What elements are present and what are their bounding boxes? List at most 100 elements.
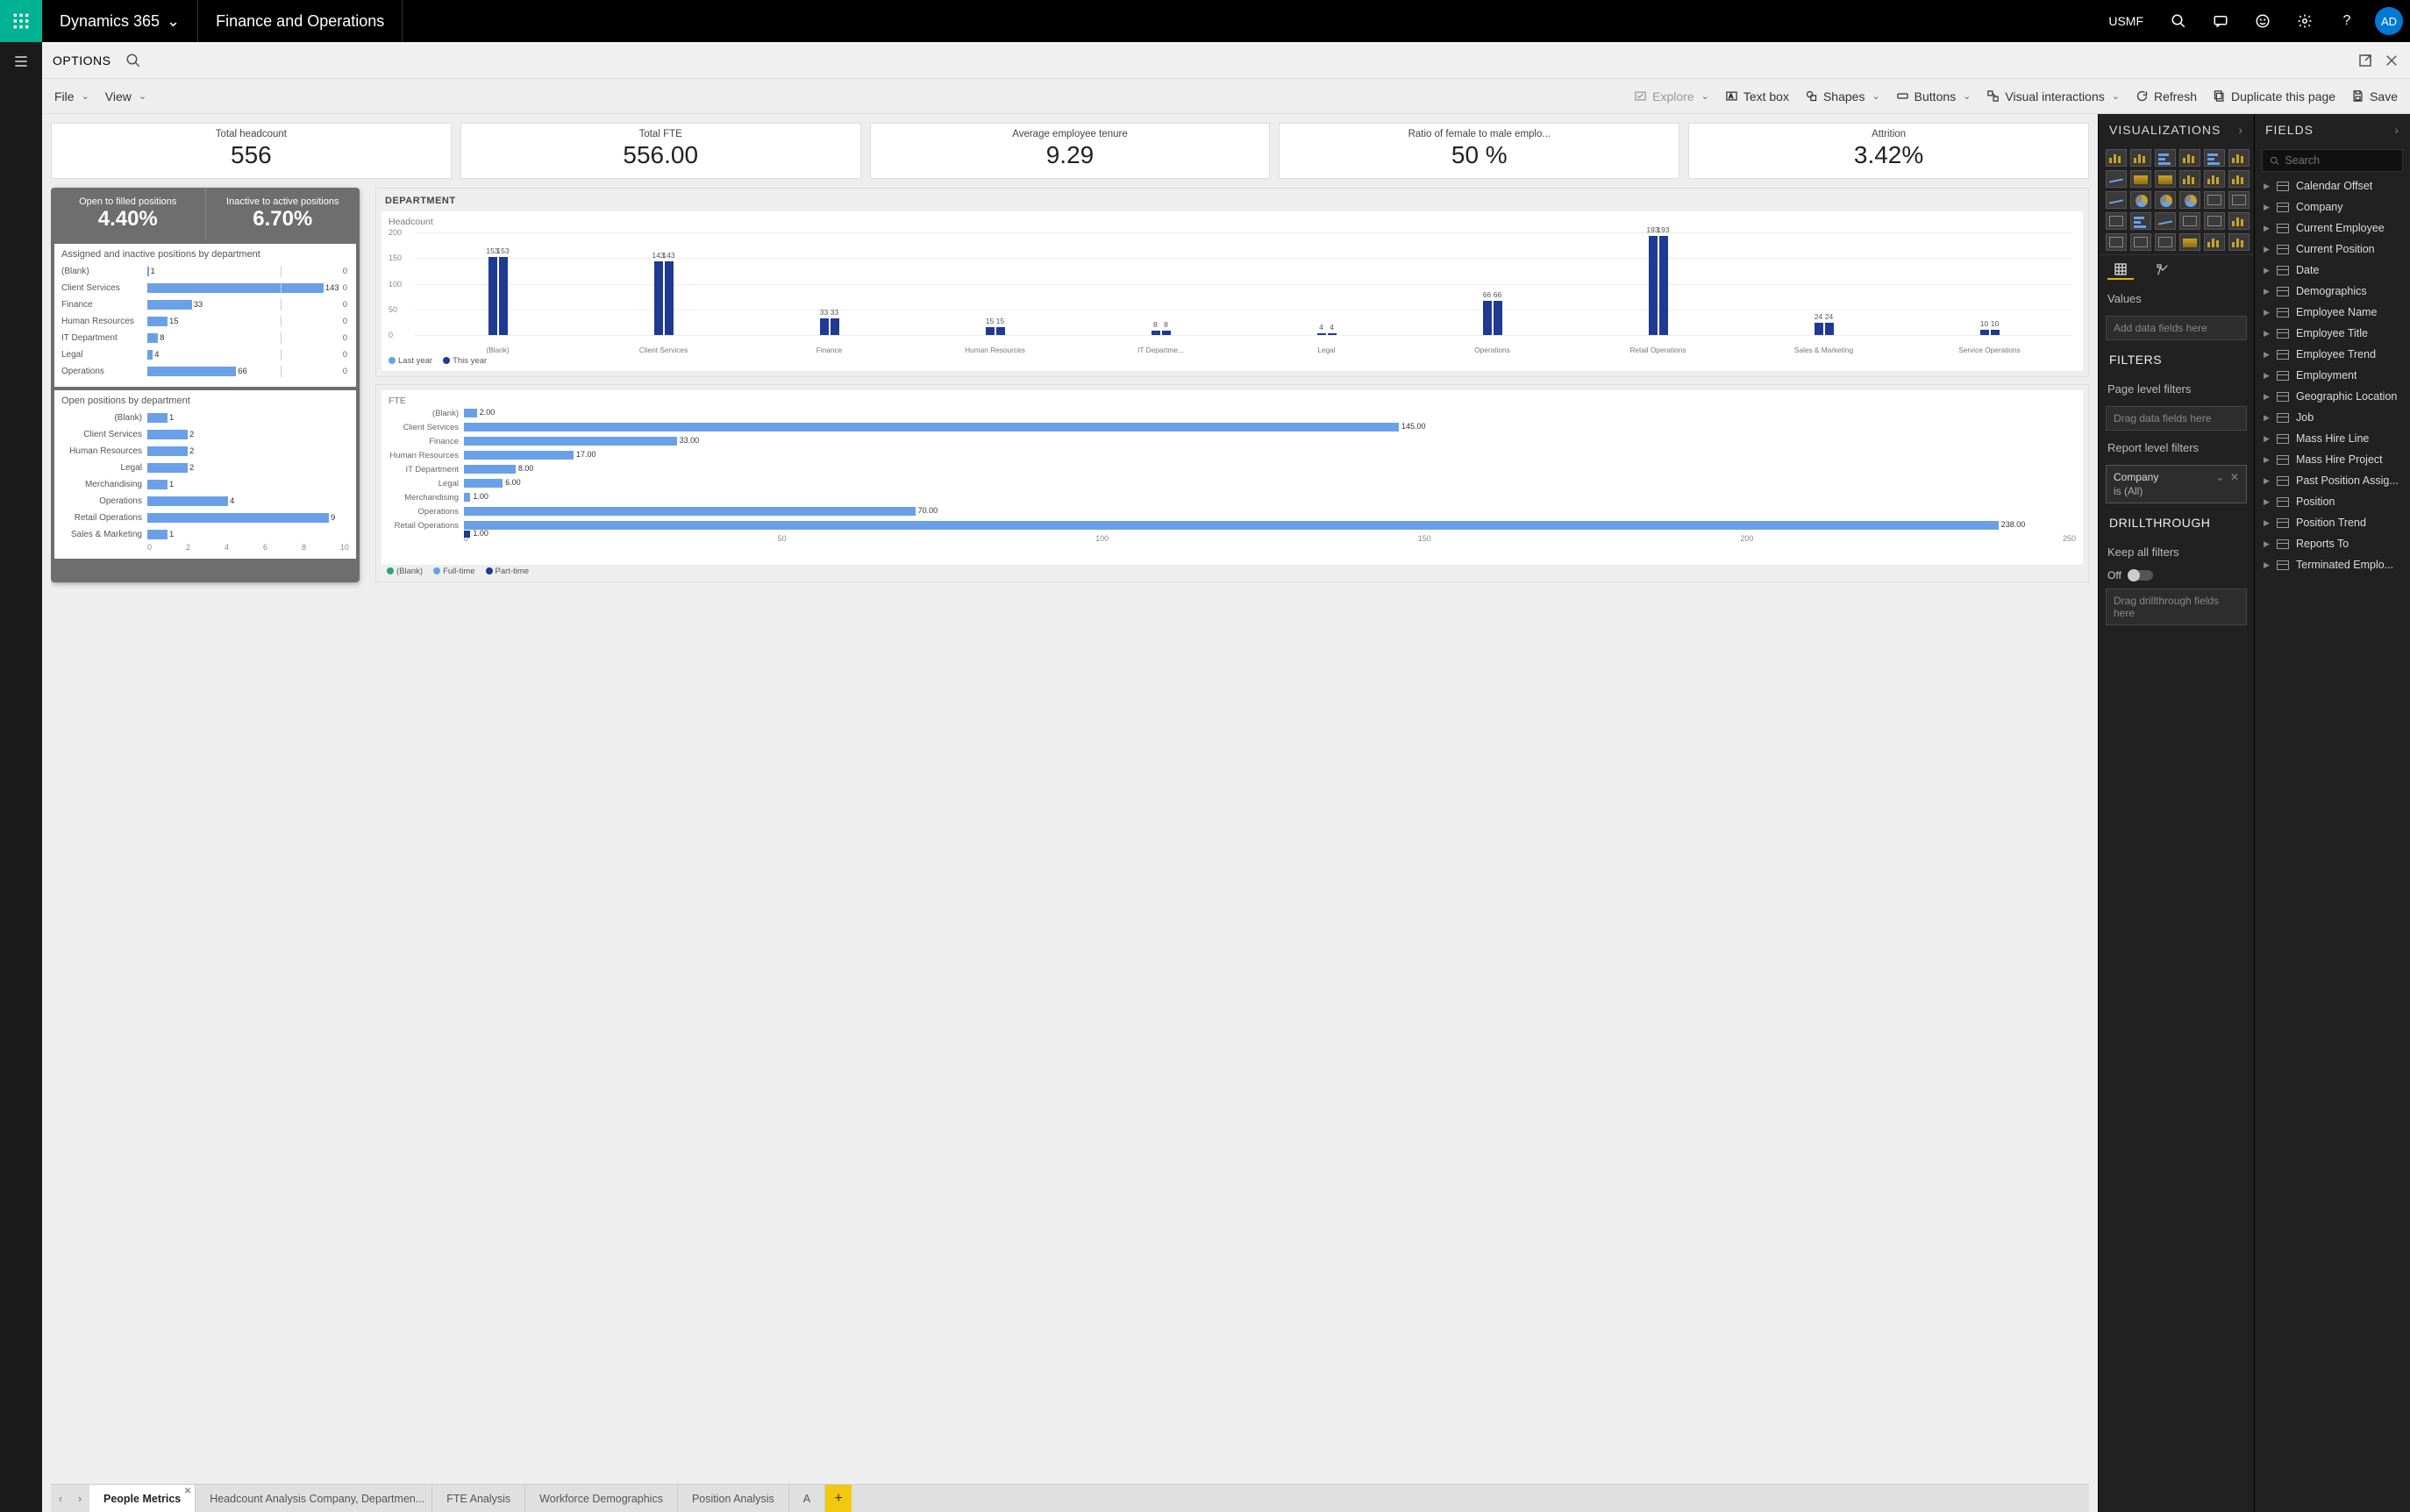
- viz-type-tab[interactable]: [2179, 212, 2200, 230]
- drillthrough-dropzone[interactable]: Drag drillthrough fields here: [2106, 588, 2247, 625]
- page-tab[interactable]: FTE Analysis: [432, 1485, 525, 1512]
- visual-interactions-menu[interactable]: Visual interactions: [1986, 89, 2120, 103]
- user-avatar[interactable]: AD: [2375, 7, 2403, 35]
- field-table[interactable]: ▶Position: [2255, 491, 2410, 512]
- viz-type-area[interactable]: [2179, 233, 2200, 251]
- viz-type-pie[interactable]: [2130, 191, 2151, 209]
- viz-type-line[interactable]: [2106, 170, 2127, 188]
- page-tab[interactable]: People Metrics✕: [89, 1485, 196, 1512]
- field-table[interactable]: ▶Current Position: [2255, 239, 2410, 260]
- viz-type-hbar[interactable]: [2130, 212, 2151, 230]
- viz-type-bar[interactable]: [2228, 170, 2250, 188]
- refresh-button[interactable]: Refresh: [2135, 89, 2197, 103]
- keep-filters-toggle[interactable]: Off: [2099, 566, 2254, 585]
- page-tab[interactable]: Headcount Analysis Company, Departmen...: [196, 1485, 432, 1512]
- viz-type-tab[interactable]: [2130, 233, 2151, 251]
- duplicate-page-button[interactable]: Duplicate this page: [2213, 89, 2335, 103]
- field-table[interactable]: ▶Employee Title: [2255, 323, 2410, 344]
- collapse-viz-icon[interactable]: ›: [2238, 123, 2243, 137]
- viz-type-tab[interactable]: [2155, 233, 2176, 251]
- field-table[interactable]: ▶Date: [2255, 260, 2410, 281]
- field-table[interactable]: ▶Job: [2255, 407, 2410, 428]
- viz-type-bar[interactable]: [2179, 170, 2200, 188]
- textbox-button[interactable]: AText box: [1725, 89, 1789, 103]
- viz-type-bar[interactable]: [2179, 149, 2200, 167]
- assigned-inactive-chart[interactable]: Assigned and inactive positions by depar…: [54, 244, 356, 387]
- viz-type-pie[interactable]: [2179, 191, 2200, 209]
- kpi-card[interactable]: Ratio of female to male emplo...50 %: [1279, 123, 1679, 179]
- field-table[interactable]: ▶Reports To: [2255, 533, 2410, 554]
- next-page-button[interactable]: ›: [70, 1485, 89, 1512]
- viz-type-hbar[interactable]: [2155, 149, 2176, 167]
- page-tab[interactable]: Position Analysis: [678, 1485, 789, 1512]
- explore-menu[interactable]: Explore: [1634, 89, 1709, 103]
- viz-type-tab[interactable]: [2106, 212, 2127, 230]
- field-table[interactable]: ▶Past Position Assig...: [2255, 470, 2410, 491]
- hamburger-button[interactable]: [12, 53, 30, 70]
- prev-page-button[interactable]: ‹: [51, 1485, 70, 1512]
- viz-type-area[interactable]: [2155, 170, 2176, 188]
- view-menu[interactable]: View: [105, 89, 146, 103]
- field-table[interactable]: ▶Employment: [2255, 365, 2410, 386]
- collapse-fields-icon[interactable]: ›: [2394, 123, 2399, 137]
- field-table[interactable]: ▶Mass Hire Project: [2255, 449, 2410, 470]
- kpi-card[interactable]: Total headcount556: [51, 123, 452, 179]
- field-table[interactable]: ▶Company: [2255, 196, 2410, 218]
- viz-type-pie[interactable]: [2155, 191, 2176, 209]
- fields-tab-icon[interactable]: [2107, 260, 2134, 280]
- close-tab-icon[interactable]: ✕: [184, 1487, 191, 1496]
- viz-type-bar[interactable]: [2204, 170, 2225, 188]
- messages-button[interactable]: [2200, 0, 2242, 42]
- page-tab[interactable]: A: [789, 1485, 825, 1512]
- viz-type-line[interactable]: [2155, 212, 2176, 230]
- page-tab[interactable]: Workforce Demographics: [525, 1485, 678, 1512]
- viz-type-bar[interactable]: [2228, 149, 2250, 167]
- kpi-card[interactable]: Attrition3.42%: [1688, 123, 2089, 179]
- shapes-menu[interactable]: Shapes: [1805, 89, 1880, 103]
- kpi-card[interactable]: Average employee tenure9.29: [870, 123, 1271, 179]
- viz-type-line[interactable]: [2106, 191, 2127, 209]
- help-button[interactable]: ?: [2326, 0, 2368, 42]
- values-dropzone[interactable]: Add data fields here: [2106, 316, 2247, 340]
- field-table[interactable]: ▶Geographic Location: [2255, 386, 2410, 407]
- field-table[interactable]: ▶Mass Hire Line: [2255, 428, 2410, 449]
- field-table[interactable]: ▶Current Employee: [2255, 218, 2410, 239]
- add-page-button[interactable]: +: [825, 1485, 852, 1512]
- format-tab-icon[interactable]: [2150, 260, 2176, 280]
- close-icon[interactable]: [2384, 53, 2399, 68]
- page-filters-dropzone[interactable]: Drag data fields here: [2106, 406, 2247, 431]
- options-tab[interactable]: OPTIONS: [53, 53, 111, 68]
- report-filter-company[interactable]: Company⌄ ✕ is (All): [2106, 465, 2247, 503]
- search-button[interactable]: [2157, 0, 2200, 42]
- feedback-button[interactable]: [2242, 0, 2284, 42]
- viz-type-tab[interactable]: [2204, 212, 2225, 230]
- save-button[interactable]: Save: [2351, 89, 2398, 103]
- fields-search-input[interactable]: [2285, 154, 2395, 167]
- viz-type-tab[interactable]: [2106, 233, 2127, 251]
- viz-type-bar[interactable]: [2228, 233, 2250, 251]
- viz-type-bar[interactable]: [2130, 149, 2151, 167]
- viz-type-bar[interactable]: [2228, 212, 2250, 230]
- field-table[interactable]: ▶Terminated Emplo...: [2255, 554, 2410, 575]
- legal-entity[interactable]: USMF: [2094, 14, 2157, 28]
- viz-type-bar[interactable]: [2106, 149, 2127, 167]
- headcount-chart[interactable]: Headcount 050100150200153153143143333315…: [381, 211, 2083, 371]
- file-menu[interactable]: File: [54, 89, 89, 103]
- search-icon[interactable]: [125, 53, 141, 68]
- viz-type-hbar[interactable]: [2204, 149, 2225, 167]
- viz-type-area[interactable]: [2130, 170, 2151, 188]
- app-launcher-button[interactable]: [0, 0, 42, 42]
- fte-chart[interactable]: FTE (Blank)2.00Client Services145.00Fina…: [381, 390, 2083, 565]
- fields-search[interactable]: [2262, 149, 2403, 172]
- field-table[interactable]: ▶Employee Trend: [2255, 344, 2410, 365]
- field-table[interactable]: ▶Demographics: [2255, 281, 2410, 302]
- product-switcher[interactable]: Dynamics 365 ⌄: [42, 0, 198, 42]
- field-table[interactable]: ▶Position Trend: [2255, 512, 2410, 533]
- buttons-menu[interactable]: Buttons: [1896, 89, 1971, 103]
- settings-button[interactable]: [2284, 0, 2326, 42]
- viz-type-tab[interactable]: [2204, 191, 2225, 209]
- popout-icon[interactable]: [2357, 53, 2373, 68]
- field-table[interactable]: ▶Employee Name: [2255, 302, 2410, 323]
- viz-type-tab[interactable]: [2228, 191, 2250, 209]
- open-positions-chart[interactable]: Open positions by department (Blank)1Cli…: [54, 390, 356, 559]
